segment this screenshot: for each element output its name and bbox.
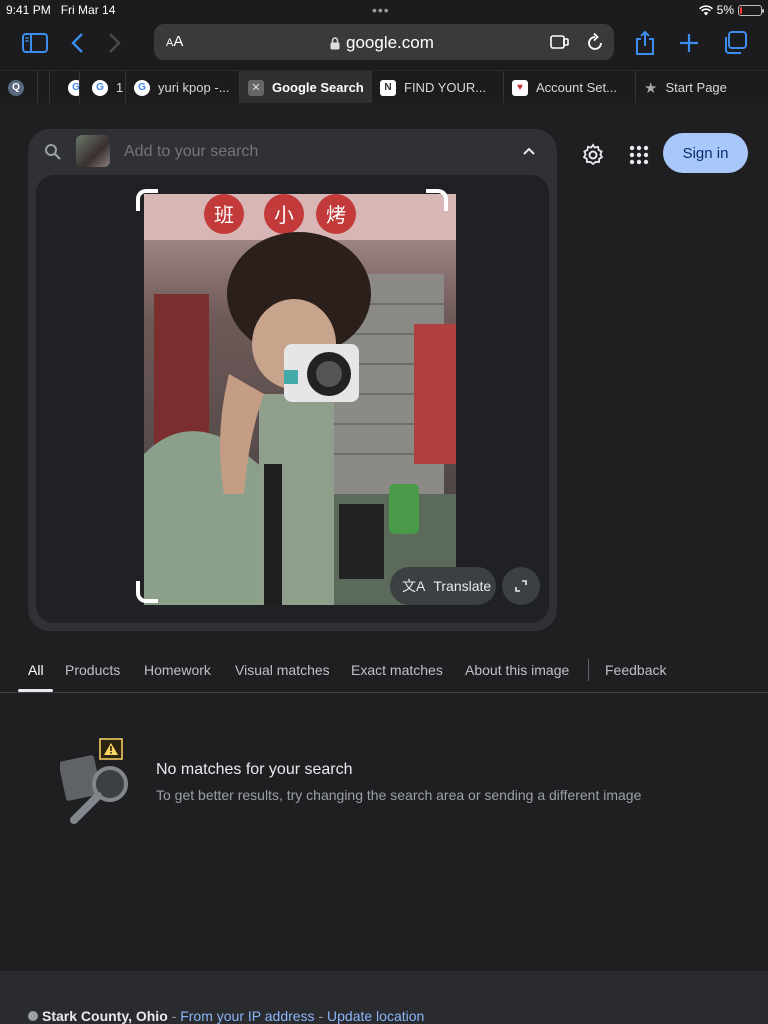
crop-handle-bottom-left[interactable] [136, 581, 158, 603]
reload-icon[interactable] [586, 32, 604, 57]
google-lens-page: 班 小 烤 [0, 103, 768, 971]
battery-percent: 5% [716, 3, 734, 17]
update-location-link[interactable]: Update location [327, 1008, 424, 1024]
tab-item[interactable]: N FIND YOUR... [372, 71, 504, 104]
forward-icon[interactable] [100, 30, 130, 56]
translate-icon: 文A [402, 578, 426, 594]
url-display[interactable]: google.com [330, 33, 434, 53]
no-results-illustration-icon [58, 736, 132, 826]
tab-products[interactable]: Products [65, 662, 120, 678]
location-name: Stark County, Ohio [42, 1008, 168, 1024]
sidebar-icon[interactable] [20, 30, 50, 56]
new-tab-icon[interactable] [674, 30, 704, 56]
nyt-favicon: N [380, 79, 396, 96]
lens-search-card: 班 小 烤 [28, 129, 557, 631]
no-matches-subtitle: To get better results, try changing the … [156, 787, 642, 803]
image-preview-area: 班 小 烤 文A Translate [36, 175, 549, 623]
no-matches-title: No matches for your search [156, 761, 353, 778]
tab-item[interactable]: Gyuri kpop -... [126, 71, 240, 104]
tab-google-search[interactable]: ✕ Google Search [240, 71, 372, 104]
status-bar: 9:41 PM Fri Mar 14 ••• 5% [0, 0, 768, 20]
tab-item[interactable] [38, 71, 50, 104]
sign-char: 班 [214, 203, 234, 227]
active-tab-indicator [18, 689, 53, 692]
crop-handle-top-left[interactable] [136, 189, 158, 211]
tab-homework[interactable]: Homework [144, 662, 211, 678]
translate-button[interactable]: 文A Translate [390, 567, 496, 605]
search-image[interactable]: 班 小 烤 [144, 194, 456, 605]
close-icon[interactable]: ✕ [248, 79, 264, 96]
sign-char: 烤 [326, 203, 346, 227]
domain-text: google.com [346, 33, 434, 52]
tabs-overview-icon[interactable] [720, 30, 750, 56]
sign-char: 小 [274, 203, 294, 227]
location-line: Stark County, Ohio - From your IP addres… [28, 1008, 424, 1024]
tab-about-this-image[interactable]: About this image [465, 662, 569, 678]
tab-visual-matches[interactable]: Visual matches [235, 662, 330, 678]
google-favicon: G [92, 79, 108, 96]
tab-start-page[interactable]: ★ Start Page [636, 71, 768, 104]
results-filter-tabs: All Products Homework Visual matches Exa… [0, 651, 768, 693]
tab-item[interactable]: G1 [80, 71, 126, 104]
address-bar[interactable]: AAAA google.com [154, 24, 614, 60]
browser-toolbar: AAAA google.com [0, 20, 768, 70]
reader-options-button[interactable]: AAAA [166, 33, 183, 50]
crop-handle-top-right[interactable] [426, 189, 448, 211]
multitasking-dots[interactable]: ••• [372, 2, 390, 18]
add-to-search-input[interactable] [124, 143, 424, 161]
apps-grid-icon[interactable] [625, 141, 653, 169]
tab-item[interactable]: ♥ Account Set... [504, 71, 636, 104]
sign-in-button[interactable]: Sign in [663, 133, 748, 173]
back-icon[interactable] [62, 30, 92, 56]
battery-icon [738, 4, 764, 16]
search-image-thumbnail[interactable] [76, 135, 110, 167]
account-favicon: ♥ [512, 79, 528, 96]
settings-gear-icon[interactable] [579, 141, 607, 169]
search-icon[interactable] [44, 143, 62, 166]
extension-icon[interactable] [550, 33, 570, 56]
expand-icon [515, 580, 527, 592]
location-dot-icon [28, 1011, 38, 1021]
wifi-icon [698, 4, 713, 15]
tab-exact-matches[interactable]: Exact matches [351, 662, 443, 678]
feedback-link[interactable]: Feedback [605, 662, 666, 678]
status-time: 9:41 PM Fri Mar 14 [6, 3, 116, 17]
search-bar[interactable] [28, 129, 557, 175]
chevron-up-icon[interactable] [521, 143, 537, 164]
footer: Stark County, Ohio - From your IP addres… [0, 971, 768, 1024]
expand-button[interactable] [502, 567, 540, 605]
ip-address-link[interactable]: From your IP address [180, 1008, 314, 1024]
tab-item[interactable]: G [50, 71, 80, 104]
google-favicon: G [68, 79, 79, 96]
share-icon[interactable] [630, 30, 660, 56]
star-icon: ★ [644, 79, 658, 97]
q-favicon: Q [8, 79, 24, 96]
tab-bar: Q G G1 Gyuri kpop -... ✕ Google Search NF… [0, 70, 768, 104]
status-right: 5% [698, 3, 764, 17]
tab-all[interactable]: All [28, 662, 44, 678]
divider [588, 659, 589, 681]
google-favicon: G [134, 79, 150, 96]
tab-item[interactable]: Q [0, 71, 38, 104]
lock-icon [330, 36, 340, 49]
